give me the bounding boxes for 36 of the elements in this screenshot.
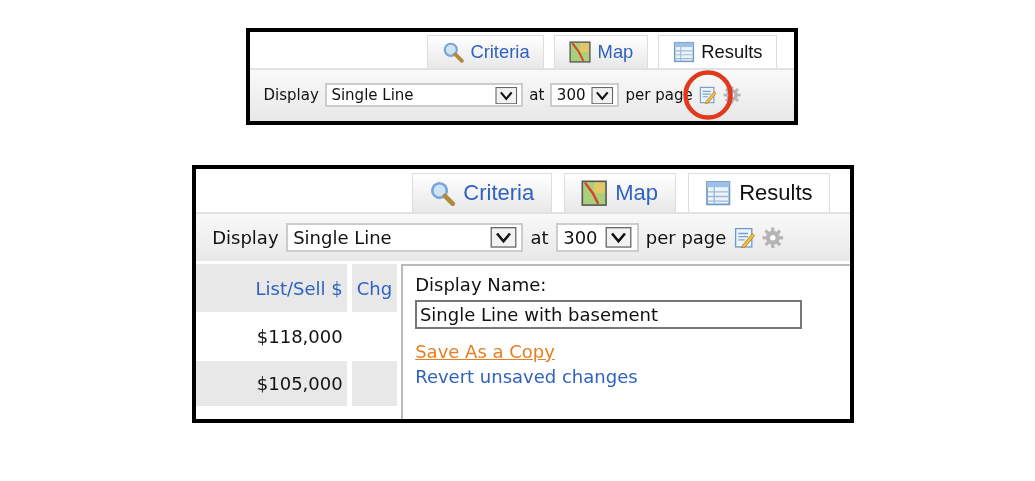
table-cell-text: $118,000: [255, 325, 344, 350]
link[interactable]: Revert unsaved changes: [415, 365, 638, 387]
tab[interactable]: Results: [687, 173, 830, 212]
display-label: Display: [212, 226, 279, 248]
table-icon: [672, 40, 695, 63]
per-page-label: per page: [645, 226, 727, 248]
caret-icon: [495, 86, 518, 104]
map-icon: [581, 179, 608, 207]
display-dropdown[interactable]: Single Line: [324, 83, 524, 108]
search-icon: [429, 179, 456, 207]
tab[interactable]: Map: [554, 35, 649, 68]
at-label: at: [530, 226, 549, 248]
settings-icon[interactable]: [722, 86, 741, 105]
caret-icon: [591, 86, 614, 104]
caret-icon: [605, 227, 633, 248]
column-header[interactable]: Chg: [352, 263, 398, 313]
edit-icon[interactable]: [733, 226, 756, 249]
tab[interactable]: Criteria: [411, 173, 552, 212]
settings-icon[interactable]: [762, 226, 784, 249]
edit-icon[interactable]: [698, 86, 717, 105]
search-icon: [441, 40, 464, 63]
tab[interactable]: Criteria: [427, 35, 545, 68]
per-page-dropdown[interactable]: 300: [555, 223, 639, 252]
display-name-label: Display Name:: [415, 273, 548, 295]
tab[interactable]: Map: [563, 173, 676, 212]
display-dropdown[interactable]: Single Line: [285, 223, 524, 252]
display-label: Display: [263, 86, 319, 105]
map-icon: [569, 40, 592, 63]
per-page-dropdown[interactable]: 300: [550, 83, 620, 108]
display-name-field[interactable]: Single Line with basement: [415, 300, 803, 329]
table-icon: [705, 179, 732, 207]
caret-icon: [489, 227, 517, 248]
tab[interactable]: Results: [658, 35, 778, 68]
column-header[interactable]: List/Sell $: [196, 263, 348, 313]
at-label: at: [529, 86, 545, 105]
table-cell: $105,000: [196, 361, 348, 407]
